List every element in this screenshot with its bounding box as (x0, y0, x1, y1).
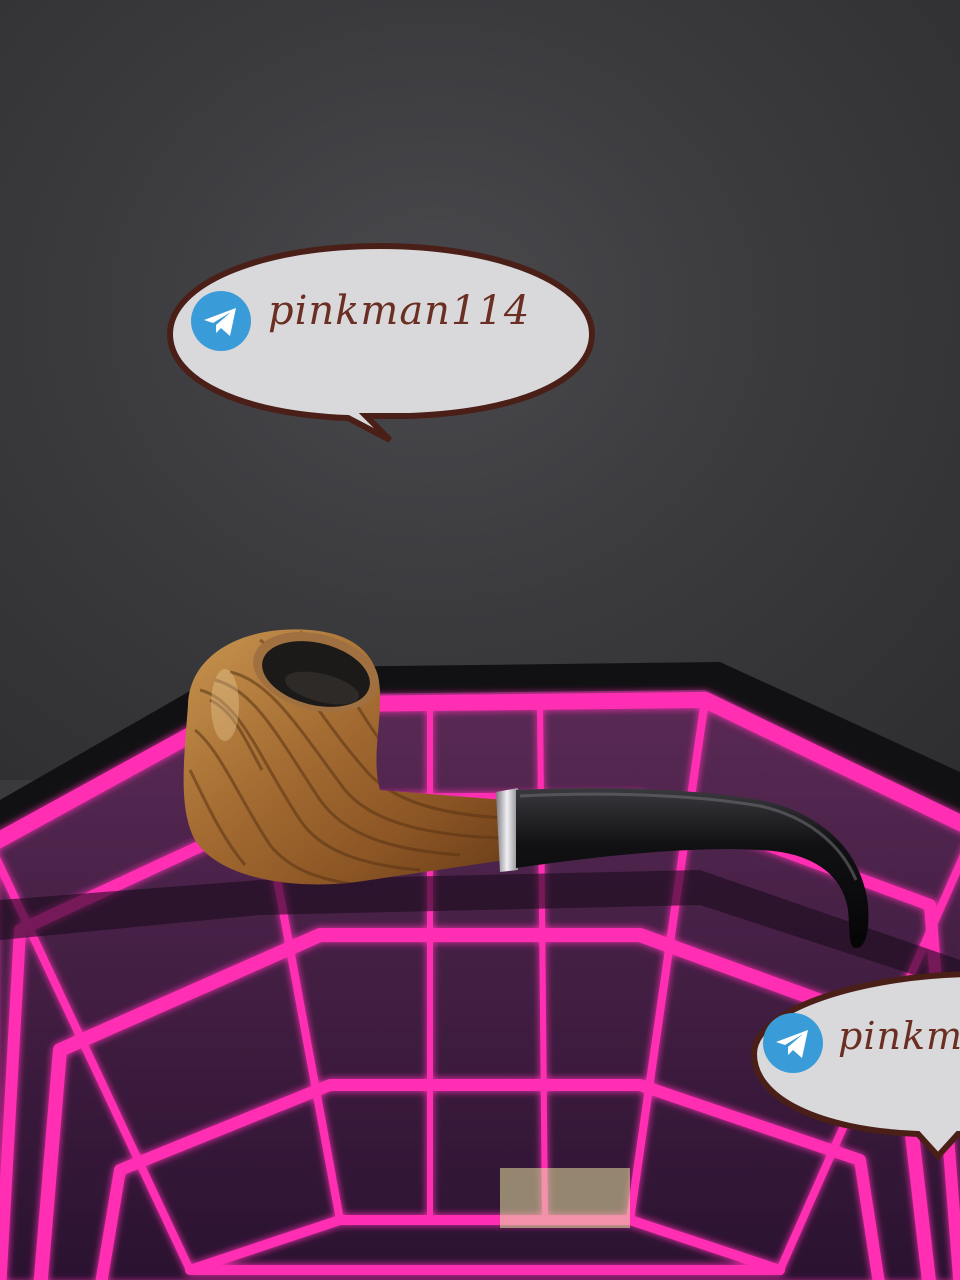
telegram-handle: pinkm (838, 1014, 960, 1058)
telegram-icon (763, 1013, 823, 1073)
pipe-stem (516, 788, 869, 948)
photo-scene: pinkman114 pinkm (0, 0, 960, 1280)
telegram-icon (191, 291, 251, 351)
telegram-handle: pinkman114 (268, 288, 531, 334)
